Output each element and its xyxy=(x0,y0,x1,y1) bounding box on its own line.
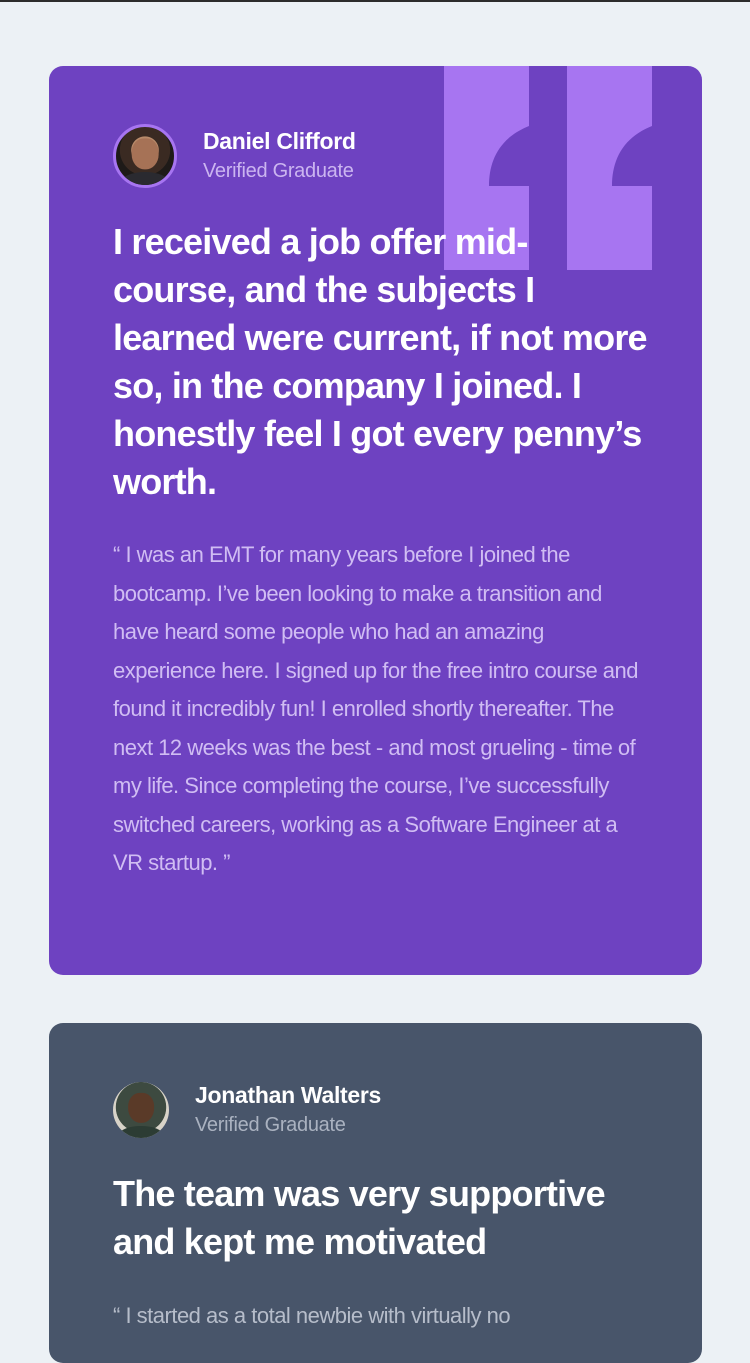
avatar-face xyxy=(131,138,159,170)
author-name: Jonathan Walters xyxy=(195,1082,382,1108)
testimonial-card-jonathan-walters: Jonathan Walters Verified Graduate The t… xyxy=(49,1023,702,1363)
testimonial-card-daniel-clifford: Daniel Clifford Verified Graduate I rece… xyxy=(49,66,702,975)
testimonial-body: “ I started as a total newbie with virtu… xyxy=(113,1303,511,1328)
testimonial-headline: The team was very supportive and kept me… xyxy=(113,1173,606,1262)
author-name: Daniel Clifford xyxy=(203,128,356,154)
author-text: Daniel Clifford Verified Graduate xyxy=(203,126,356,186)
testimonial-headline: I received a job offer mid-course, and t… xyxy=(113,221,648,502)
avatar-shoulders xyxy=(121,172,169,185)
author-text: Jonathan Walters Verified Graduate xyxy=(195,1080,381,1140)
testimonial-body: “ I was an EMT for many years before I j… xyxy=(113,542,639,875)
author-role: Verified Graduate xyxy=(203,160,354,182)
avatar xyxy=(113,124,177,188)
author-info: Jonathan Walters Verified Graduate xyxy=(113,1080,381,1140)
avatar-face xyxy=(128,1092,154,1123)
author-info: Daniel Clifford Verified Graduate xyxy=(113,124,356,188)
author-role: Verified Graduate xyxy=(195,1114,346,1136)
avatar-shoulders xyxy=(118,1125,164,1138)
avatar xyxy=(113,1082,169,1138)
